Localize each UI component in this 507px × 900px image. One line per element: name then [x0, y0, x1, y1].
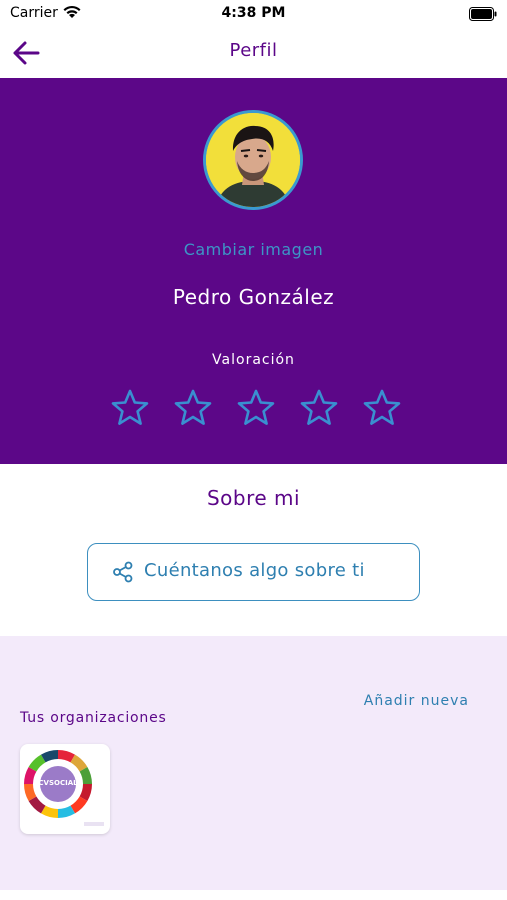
- nav-bar: Perfil: [0, 28, 507, 78]
- organization-card[interactable]: CVSOCIAL: [20, 744, 110, 834]
- cvsocial-logo: [24, 750, 104, 826]
- avatar-photo: [206, 113, 300, 207]
- share-icon: [112, 561, 134, 587]
- user-name: Pedro González: [172, 285, 335, 309]
- star-icon[interactable]: [172, 387, 214, 429]
- star-icon[interactable]: [361, 387, 403, 429]
- organizations-section: Añadir nueva Tus organizaciones CVSOCIAL: [0, 636, 507, 890]
- organization-logo-text: CVSOCIAL: [38, 779, 78, 787]
- status-bar: Carrier 4:38 PM: [0, 0, 507, 28]
- star-icon[interactable]: [298, 387, 340, 429]
- about-title: Sobre mi: [206, 486, 301, 510]
- about-me-button-label: Cuéntanos algo sobre ti: [144, 560, 365, 581]
- avatar[interactable]: [203, 110, 303, 210]
- clock: 4:38 PM: [221, 5, 286, 21]
- rating-label: Valoración: [212, 352, 295, 368]
- organizations-label: Tus organizaciones: [20, 710, 167, 726]
- change-image-link[interactable]: Cambiar imagen: [0, 240, 507, 259]
- add-organization-link[interactable]: Añadir nueva: [364, 693, 469, 709]
- about-me-button[interactable]: Cuéntanos algo sobre ti: [87, 543, 420, 601]
- star-icon[interactable]: [109, 387, 151, 429]
- rating-stars: [109, 387, 404, 429]
- battery-icon: [469, 6, 497, 25]
- page-title: Perfil: [229, 40, 278, 61]
- star-icon[interactable]: [235, 387, 277, 429]
